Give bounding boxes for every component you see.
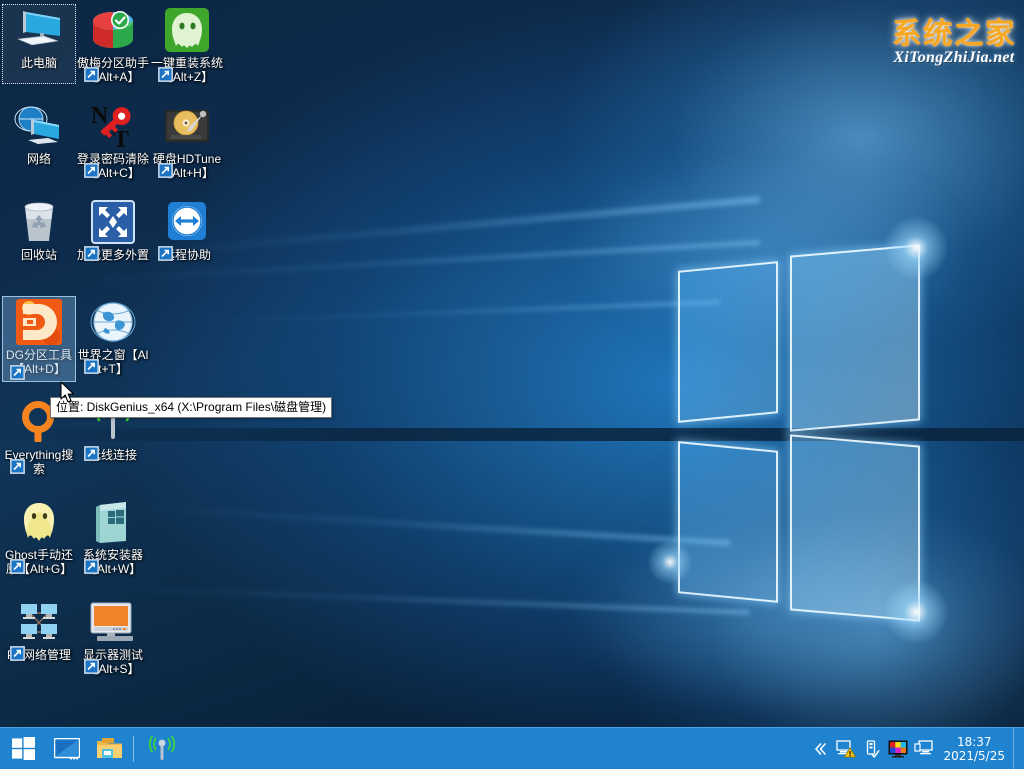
shortcut-badge-icon bbox=[84, 67, 99, 82]
harddisk-icon bbox=[150, 100, 224, 152]
desktop-icon-password-clear[interactable]: N T 登录密码清除【Alt+C】 bbox=[76, 100, 150, 180]
desktop-icon-grid: 此电脑 傲梅分区助手【Alt+A】 bbox=[0, 0, 230, 700]
ghost-yellow-icon bbox=[2, 496, 76, 548]
shortcut-badge-icon bbox=[84, 246, 99, 261]
wallpaper-window-graphic bbox=[668, 250, 920, 670]
shortcut-badge-icon bbox=[84, 446, 99, 461]
ntpwedit-key-icon: N T bbox=[76, 100, 150, 152]
desktop-icon-pe-network-manager[interactable]: PE网络管理 bbox=[2, 596, 76, 663]
chevron-left-icon bbox=[813, 742, 827, 756]
system-tray[interactable]: 18:37 2021/5/25 bbox=[807, 728, 1024, 769]
icon-label: 回收站 bbox=[2, 249, 76, 263]
clock-date: 2021/5/25 bbox=[943, 749, 1005, 763]
taskbar-item-wireless-tool[interactable] bbox=[141, 728, 183, 769]
start-button[interactable] bbox=[0, 728, 46, 769]
tray-safely-remove-hardware[interactable] bbox=[859, 728, 885, 769]
shortcut-badge-icon bbox=[84, 659, 99, 674]
icon-label: 网络 bbox=[2, 153, 76, 167]
color-monitor-icon bbox=[888, 740, 908, 758]
wifi-antenna-icon bbox=[146, 736, 178, 762]
tray-display-settings[interactable] bbox=[911, 728, 937, 769]
display-icon bbox=[54, 738, 80, 760]
desktop-icon-recycle-bin[interactable]: 回收站 bbox=[2, 196, 76, 263]
desktop-icon-network[interactable]: 网络 bbox=[2, 100, 76, 167]
aomei-partition-icon bbox=[76, 4, 150, 56]
desktop-icon-system-installer[interactable]: 系统安装器【Alt+W】 bbox=[76, 496, 150, 576]
taskbar[interactable]: 18:37 2021/5/25 bbox=[0, 727, 1024, 769]
desktop-icon-aomei-partition[interactable]: 傲梅分区助手【Alt+A】 bbox=[76, 4, 150, 84]
desktop-icon-load-more-drivers[interactable]: 加载更多外置 bbox=[76, 196, 150, 263]
network-globe-icon bbox=[2, 100, 76, 152]
shortcut-badge-icon bbox=[10, 646, 25, 661]
teamviewer-icon bbox=[150, 196, 224, 248]
desktop-icon-one-key-reinstall[interactable]: 一键重装系统【Alt+Z】 bbox=[150, 4, 224, 84]
shortcut-badge-icon bbox=[158, 246, 173, 261]
diskgenius-icon bbox=[2, 296, 76, 348]
desktop-icon-world-window[interactable]: 世界之窗【Alt+T】 bbox=[76, 296, 150, 376]
ghost-green-icon bbox=[150, 4, 224, 56]
shortcut-badge-icon bbox=[158, 163, 173, 178]
usb-eject-icon bbox=[864, 740, 880, 758]
shortcut-badge-icon bbox=[84, 559, 99, 574]
tray-network-status[interactable] bbox=[833, 728, 859, 769]
network-warning-icon bbox=[836, 740, 856, 758]
desktop-icon-ghost-manual[interactable]: Ghost手动还原【Alt+G】 bbox=[2, 496, 76, 576]
desktop-icon-this-pc[interactable]: 此电脑 bbox=[2, 4, 76, 84]
shortcut-badge-icon bbox=[158, 67, 173, 82]
computer-icon bbox=[2, 4, 76, 56]
taskbar-item-show-desktop-peek[interactable] bbox=[46, 728, 88, 769]
shortcut-badge-icon bbox=[84, 359, 99, 374]
tray-show-hidden-icons[interactable] bbox=[807, 728, 833, 769]
clock-time: 18:37 bbox=[943, 735, 1005, 749]
folder-icon bbox=[96, 737, 123, 760]
taskbar-divider bbox=[133, 736, 134, 762]
svg-text:N: N bbox=[91, 103, 109, 129]
windows-logo-icon bbox=[12, 737, 35, 760]
icon-location-tooltip: 位置: DiskGenius_x64 (X:\Program Files\磁盘管… bbox=[50, 397, 332, 418]
desktop-icon-monitor-test[interactable]: 显示器测试【Alt+S】 bbox=[76, 596, 150, 676]
show-desktop-button[interactable] bbox=[1013, 728, 1020, 769]
desktop[interactable]: 系统之家 XiTongZhiJia.net 此电脑 bbox=[0, 0, 1024, 769]
taskbar-clock[interactable]: 18:37 2021/5/25 bbox=[937, 735, 1013, 763]
monitor-orange-icon bbox=[76, 596, 150, 648]
desktop-icon-hdtune[interactable]: 硬盘HDTune【Alt+H】 bbox=[150, 100, 224, 180]
globe-browser-icon bbox=[76, 296, 150, 348]
shortcut-badge-icon bbox=[10, 559, 25, 574]
taskbar-item-file-explorer[interactable] bbox=[88, 728, 130, 769]
monitor-small-icon bbox=[914, 740, 934, 758]
windows-box-icon bbox=[76, 496, 150, 548]
shortcut-badge-icon bbox=[10, 459, 25, 474]
network-nodes-icon bbox=[2, 596, 76, 648]
recycle-bin-icon bbox=[2, 196, 76, 248]
tray-color-profile[interactable] bbox=[885, 728, 911, 769]
mouse-cursor bbox=[60, 381, 76, 405]
shortcut-badge-icon bbox=[10, 365, 25, 380]
expand-arrows-icon bbox=[76, 196, 150, 248]
shortcut-badge-icon bbox=[84, 163, 99, 178]
desktop-icon-remote-assist[interactable]: 远程协助 bbox=[150, 196, 224, 263]
desktop-icon-diskgenius[interactable]: DG分区工具【Alt+D】 bbox=[2, 296, 76, 382]
icon-label: 此电脑 bbox=[2, 57, 76, 71]
